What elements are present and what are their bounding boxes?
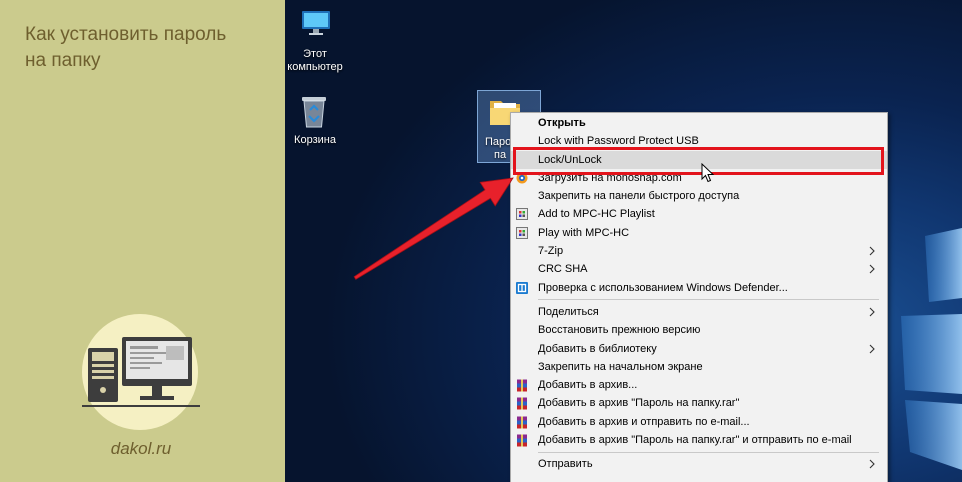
mouse-cursor-icon <box>701 163 715 183</box>
annotation-arrow-icon <box>353 177 514 280</box>
